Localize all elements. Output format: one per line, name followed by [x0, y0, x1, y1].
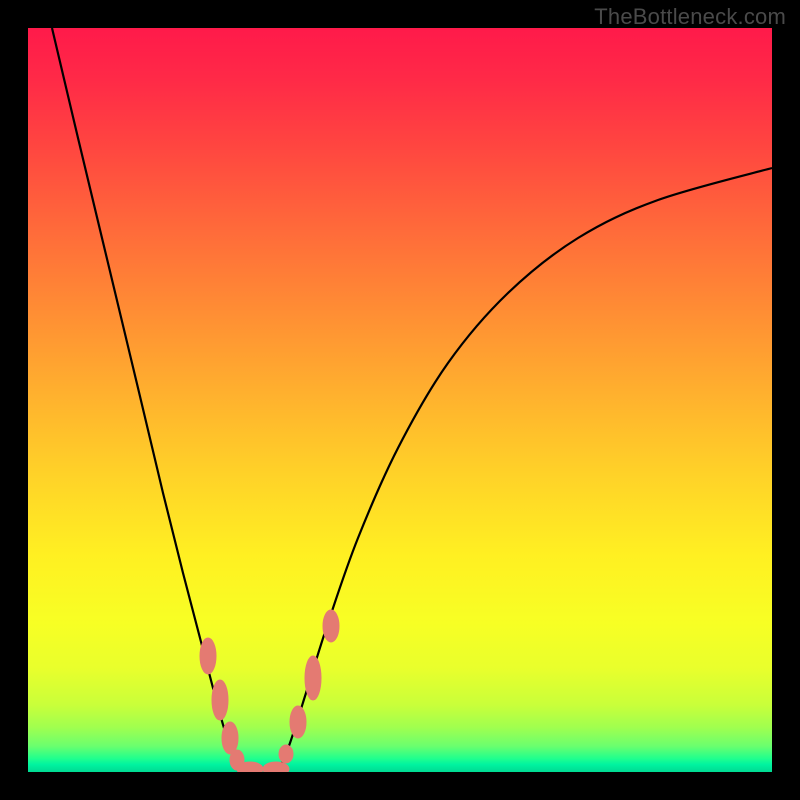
bottleneck-curve-plot [28, 28, 772, 772]
curve-marker [279, 745, 293, 763]
curve-marker [290, 706, 306, 738]
curve-marker [212, 680, 228, 720]
curve-marker [222, 722, 238, 754]
plot-frame [28, 28, 772, 772]
watermark: TheBottleneck.com [594, 4, 786, 30]
curve-marker [323, 610, 339, 642]
curve-marker [237, 762, 263, 772]
curve-marker [200, 638, 216, 674]
marker-group [200, 610, 339, 772]
curve-marker [263, 762, 289, 772]
curve-marker [305, 656, 321, 700]
curve-right-branch [280, 168, 772, 768]
